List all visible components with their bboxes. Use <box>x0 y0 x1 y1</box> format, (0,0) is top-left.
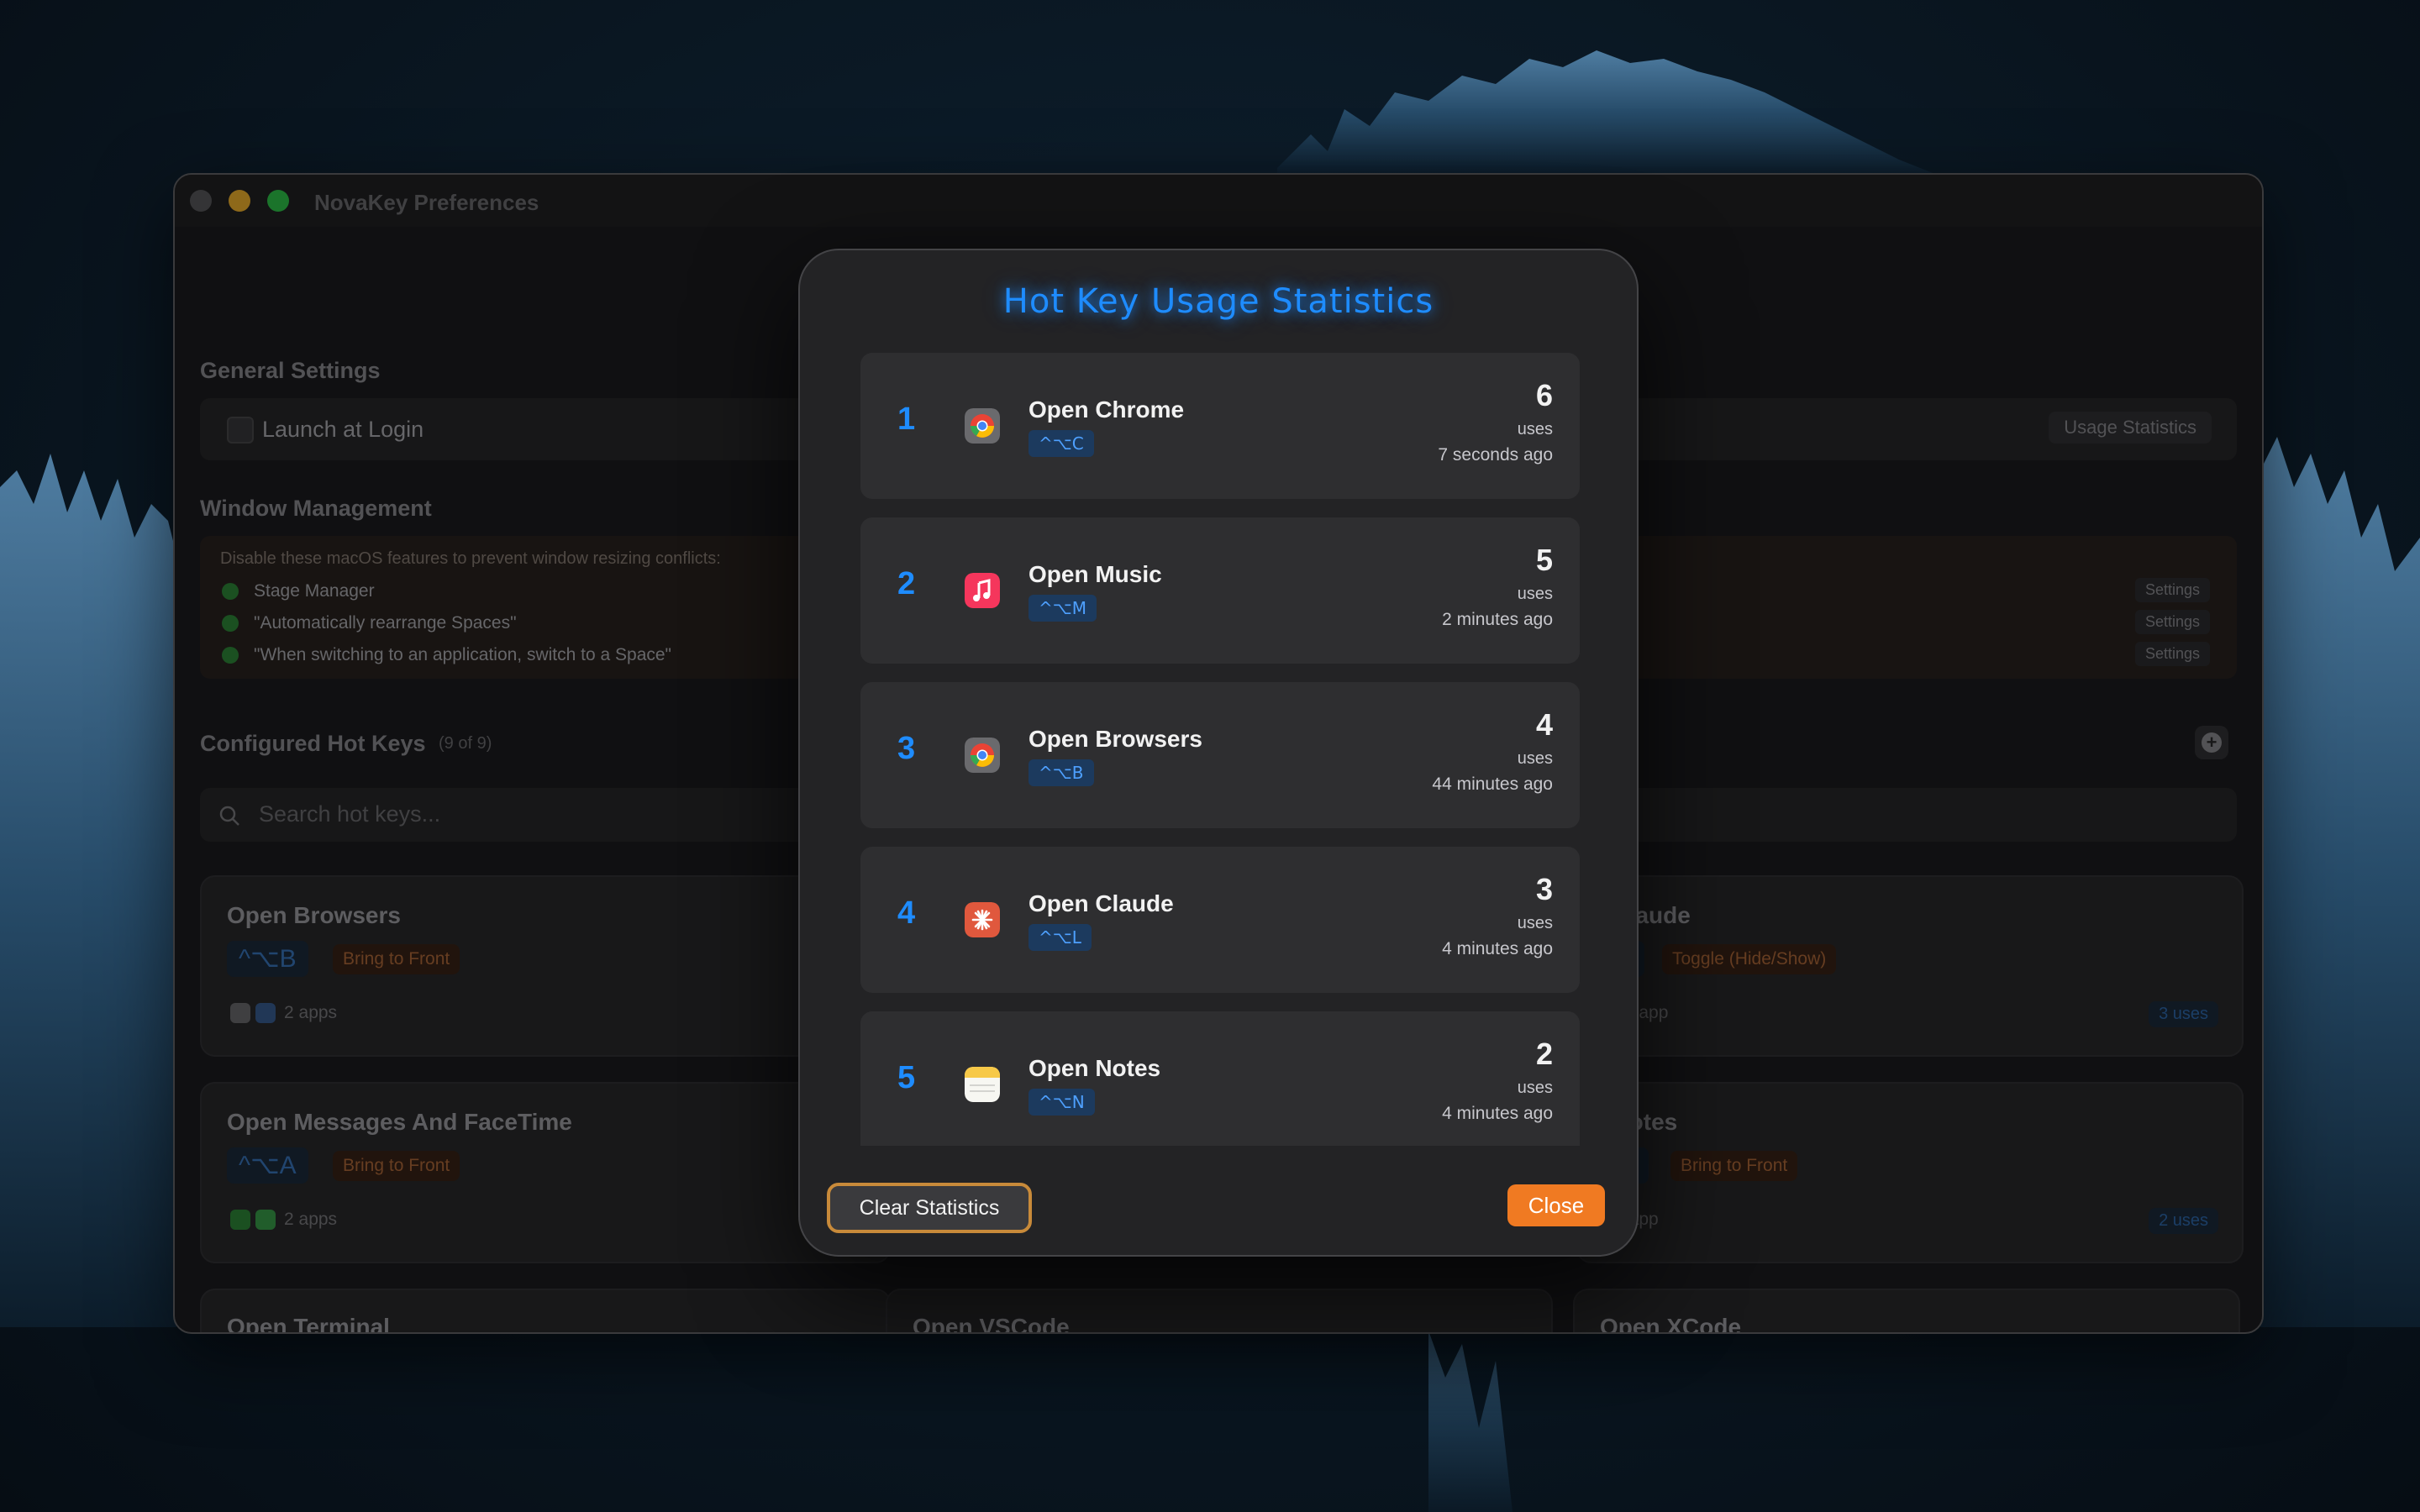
stat-name: Open Notes <box>1028 1055 1161 1081</box>
clear-statistics-button[interactable]: Clear Statistics <box>827 1183 1032 1233</box>
stat-uses-label: uses <box>1517 585 1553 603</box>
stat-row: 5 Open Notes ^⌥N 2 uses 4 minutes ago <box>860 1011 1580 1146</box>
stat-rank: 1 <box>897 402 916 437</box>
stat-name: Open Chrome <box>1028 396 1185 423</box>
stat-keys: ^⌥M <box>1028 595 1097 622</box>
stat-rank: 2 <box>897 566 916 601</box>
usage-stats-list[interactable]: 1 Open Chrome ^⌥C 6 uses 7 seconds ago 2 <box>860 353 1580 1146</box>
notes-icon <box>965 1067 1000 1102</box>
stat-row: 3 Open Browsers ^⌥B 4 uses 44 minutes ag… <box>860 682 1580 828</box>
stat-count: 3 <box>1535 872 1553 906</box>
stat-rank: 4 <box>897 895 916 931</box>
stat-keys: ^⌥C <box>1028 430 1094 457</box>
stat-last-used: 44 minutes ago <box>1432 774 1553 794</box>
stat-rank: 3 <box>897 731 916 766</box>
stat-count: 4 <box>1535 707 1553 742</box>
stat-rank: 5 <box>897 1060 916 1095</box>
usage-statistics-modal: Hot Key Usage Statistics 1 Open Chrome ^… <box>798 249 1639 1257</box>
stat-last-used: 4 minutes ago <box>1442 939 1553 958</box>
stat-uses-label: uses <box>1517 749 1553 768</box>
stat-count: 6 <box>1535 378 1553 412</box>
modal-title: Hot Key Usage Statistics <box>1002 282 1434 321</box>
stat-keys: ^⌥B <box>1028 759 1094 786</box>
stat-uses-label: uses <box>1517 420 1553 438</box>
stat-count: 2 <box>1535 1037 1553 1071</box>
stat-name: Open Music <box>1028 561 1162 587</box>
stat-name: Open Claude <box>1028 890 1174 916</box>
music-icon <box>965 573 1000 608</box>
stat-count: 5 <box>1535 543 1553 577</box>
claude-icon <box>965 902 1000 937</box>
stat-last-used: 2 minutes ago <box>1442 610 1553 629</box>
stat-keys: ^⌥N <box>1028 1089 1095 1116</box>
stat-uses-label: uses <box>1517 1079 1553 1097</box>
stat-row: 2 Open Music ^⌥M 5 uses 2 minutes ago <box>860 517 1580 664</box>
stat-uses-label: uses <box>1517 914 1553 932</box>
stat-row: 1 Open Chrome ^⌥C 6 uses 7 seconds ago <box>860 353 1580 499</box>
stat-last-used: 4 minutes ago <box>1442 1104 1553 1123</box>
stat-keys: ^⌥L <box>1028 924 1092 951</box>
chrome-icon <box>965 408 1000 444</box>
chrome-icon <box>965 738 1000 773</box>
stat-last-used: 7 seconds ago <box>1438 445 1553 465</box>
close-button[interactable]: Close <box>1507 1184 1605 1226</box>
stat-name: Open Browsers <box>1028 726 1202 752</box>
stat-row: 4 Open Claude ^⌥L 3 uses 4 minutes ago <box>860 847 1580 993</box>
